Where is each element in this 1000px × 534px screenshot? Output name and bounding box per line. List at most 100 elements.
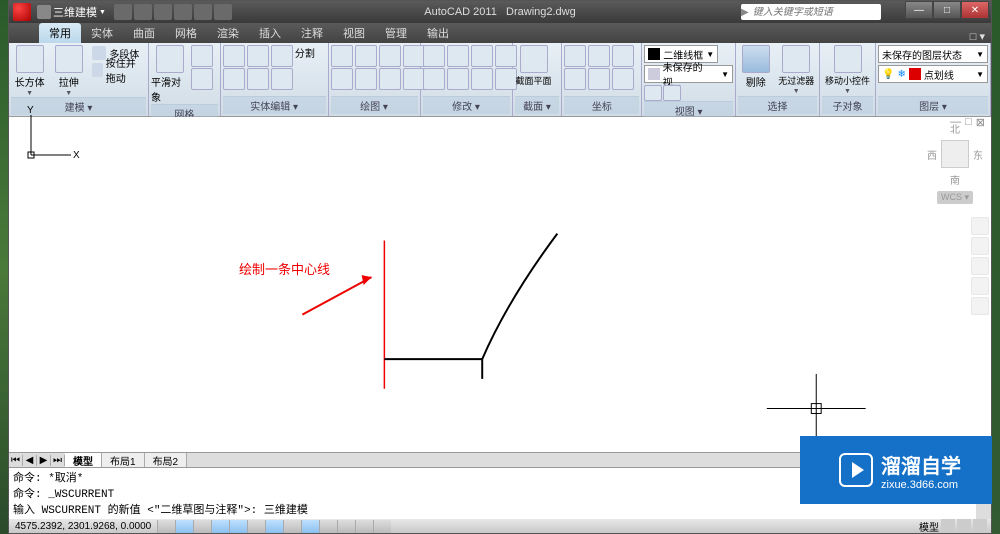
rotate-icon[interactable] [423, 68, 445, 90]
lwt-toggle[interactable] [319, 520, 337, 533]
nav-showmo-icon[interactable] [971, 297, 989, 315]
ucs-icon4[interactable] [588, 68, 610, 90]
nav-wheel-icon[interactable] [971, 217, 989, 235]
smooth-button[interactable]: 平滑对象 [151, 45, 189, 104]
tab-mesh[interactable]: 网格 [165, 23, 207, 43]
shell-icon[interactable] [271, 45, 293, 67]
search-box[interactable]: ▶ [741, 4, 881, 20]
intersect-icon[interactable] [247, 45, 269, 67]
layer-combo[interactable]: 💡❄ 点划线▼ [878, 65, 988, 83]
drawing-canvas[interactable]: —□⊠ 绘制一条中心线 Y X 北 西 [9, 117, 991, 453]
ucs-icon3[interactable] [588, 45, 610, 67]
nav-zoom-icon[interactable] [971, 257, 989, 275]
nav-orbit-icon[interactable] [971, 277, 989, 295]
search-input[interactable] [749, 7, 881, 18]
tab-model[interactable]: 模型 [65, 453, 102, 468]
polar-toggle[interactable] [211, 520, 229, 533]
qp-toggle[interactable] [355, 520, 373, 533]
model-space-label[interactable]: 模型 [919, 519, 939, 534]
tab-annotate[interactable]: 注释 [291, 23, 333, 43]
wcs-dropdown[interactable]: WCS ▾ [937, 191, 973, 204]
presspull-button[interactable]: 按住并拖动 [89, 62, 146, 78]
ucs-icon5[interactable] [612, 45, 634, 67]
filter-button[interactable]: 无过滤器▼ [776, 45, 817, 95]
line-icon[interactable] [331, 45, 353, 67]
copy-icon[interactable] [447, 45, 469, 67]
qat-new-icon[interactable] [114, 4, 132, 20]
sc-toggle[interactable] [373, 520, 391, 533]
tab-solid[interactable]: 实体 [81, 23, 123, 43]
box-icon [16, 45, 44, 73]
ucs-icon1[interactable] [564, 45, 586, 67]
status-tool3[interactable] [973, 519, 987, 531]
status-tool2[interactable] [957, 519, 971, 531]
ucs-icon6[interactable] [612, 68, 634, 90]
view-tool1[interactable] [644, 85, 662, 101]
union-icon[interactable] [223, 45, 245, 67]
layout-prev-icon[interactable]: ◀ [23, 455, 37, 466]
tab-layout2[interactable]: 布局2 [145, 453, 188, 468]
subtract-icon[interactable] [223, 68, 245, 90]
tab-output[interactable]: 输出 [417, 23, 459, 43]
qat-redo-icon[interactable] [194, 4, 212, 20]
split-label: 分割 [295, 45, 315, 60]
workspace-icon [37, 5, 51, 19]
3dosnap-toggle[interactable] [247, 520, 265, 533]
minimize-button[interactable]: — [905, 1, 933, 19]
workspace-dropdown[interactable]: 三维建模 ▼ [37, 4, 106, 20]
status-tool1[interactable] [941, 519, 955, 531]
tab-view[interactable]: 视图 [333, 23, 375, 43]
tpy-toggle[interactable] [337, 520, 355, 533]
tab-surface[interactable]: 曲面 [123, 23, 165, 43]
tab-layout1[interactable]: 布局1 [102, 453, 145, 468]
dyn-toggle[interactable] [301, 520, 319, 533]
arc-icon[interactable] [355, 45, 377, 67]
pline-icon[interactable] [355, 68, 377, 90]
layout-next-icon[interactable]: ▶ [37, 455, 51, 466]
saved-view-combo[interactable]: 未保存的视...▼ [644, 65, 733, 83]
otrack-toggle[interactable] [265, 520, 283, 533]
grid-toggle[interactable] [175, 520, 193, 533]
spline-icon[interactable] [379, 68, 401, 90]
close-button[interactable]: ✕ [961, 1, 989, 19]
qat-open-icon[interactable] [134, 4, 152, 20]
layout-last-icon[interactable]: ⏭ [51, 455, 65, 466]
view-tool2[interactable] [663, 85, 681, 101]
ortho-toggle[interactable] [193, 520, 211, 533]
status-bar: 4575.2392, 2301.9268, 0.0000 模型 [9, 519, 991, 533]
tab-manage[interactable]: 管理 [375, 23, 417, 43]
extrude-button[interactable]: 拉伸▼ [50, 45, 87, 97]
tab-render[interactable]: 渲染 [207, 23, 249, 43]
box-button[interactable]: 长方体▼ [11, 45, 48, 97]
tab-insert[interactable]: 插入 [249, 23, 291, 43]
ucs-icon2[interactable] [564, 68, 586, 90]
mirror-icon[interactable] [447, 68, 469, 90]
cull-button[interactable]: 剔除 [738, 45, 774, 89]
qat-undo-icon[interactable] [174, 4, 192, 20]
trim-icon[interactable] [471, 45, 493, 67]
move-icon[interactable] [423, 45, 445, 67]
gizmo-button[interactable]: 移动小控件▼ [822, 45, 873, 95]
rect-icon[interactable] [379, 45, 401, 67]
split-icon[interactable] [271, 68, 293, 90]
ducs-toggle[interactable] [283, 520, 301, 533]
nav-pan-icon[interactable] [971, 237, 989, 255]
layer-state-combo[interactable]: 未保存的图层状态▼ [878, 45, 988, 63]
mesh-tool2[interactable] [191, 68, 213, 90]
cull-icon [742, 45, 770, 73]
layout-first-icon[interactable]: ⏮ [9, 455, 23, 466]
fillet-icon[interactable] [471, 68, 493, 90]
mesh-tool1[interactable] [191, 45, 213, 67]
tab-home[interactable]: 常用 [39, 23, 81, 43]
snap-toggle[interactable] [157, 520, 175, 533]
circle-icon[interactable] [331, 68, 353, 90]
view-cube[interactable] [941, 140, 969, 168]
qat-print-icon[interactable] [214, 4, 232, 20]
maximize-button[interactable]: □ [933, 1, 961, 19]
help-icon[interactable]: □ ▾ [970, 30, 985, 43]
app-logo-icon[interactable] [13, 3, 31, 21]
osnap-toggle[interactable] [229, 520, 247, 533]
qat-save-icon[interactable] [154, 4, 172, 20]
slice-icon[interactable] [247, 68, 269, 90]
section-plane-button[interactable]: 截面平面 [515, 45, 553, 87]
